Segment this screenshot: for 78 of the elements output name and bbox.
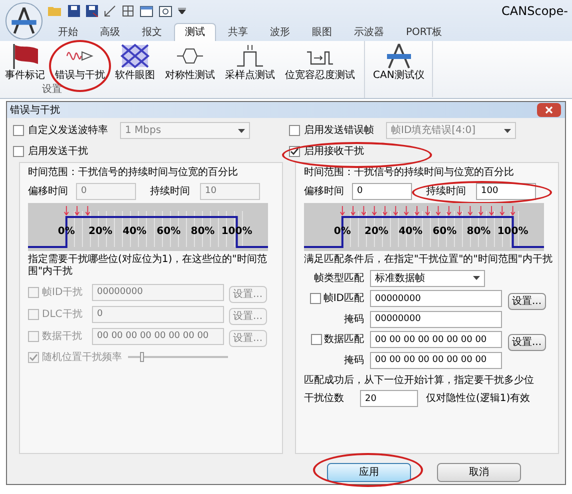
ribbon-tab[interactable]: 示波器 bbox=[344, 23, 394, 41]
image-icon[interactable] bbox=[159, 6, 172, 16]
description-text: 指定需要干扰哪些位(对应位为1)，在这些位的"时间范围"内干扰 bbox=[28, 254, 268, 278]
ribbon-tab[interactable]: 高级 bbox=[90, 23, 130, 41]
caret-icon bbox=[504, 128, 511, 132]
ribbon-button[interactable]: CAN测试仪 bbox=[365, 41, 434, 97]
description-text: 时间范围：干扰信号的持续时间与位宽的百分比 bbox=[28, 166, 239, 179]
ribbon-tab[interactable]: 测试 bbox=[174, 23, 216, 41]
checkbox-label: 随机位置干扰频率 bbox=[42, 350, 122, 364]
input-field[interactable]: 100 bbox=[476, 182, 536, 200]
caret-icon bbox=[473, 276, 480, 280]
input-field[interactable]: 00 00 00 00 00 00 00 00 bbox=[370, 352, 502, 368]
field-label: 持续时间 bbox=[150, 184, 191, 198]
eye-diagram-icon bbox=[120, 42, 150, 70]
checkbox-label: 数据匹配 bbox=[324, 333, 364, 347]
field-label: 帧类型匹配 bbox=[313, 272, 365, 286]
save-icon[interactable] bbox=[68, 5, 80, 17]
checkbox[interactable] bbox=[311, 334, 322, 345]
input-field[interactable]: 00000000 bbox=[370, 290, 502, 307]
field-label: 偏移时间 bbox=[304, 184, 345, 198]
ribbon-tab[interactable]: 波形 bbox=[260, 23, 300, 41]
app-logo-icon[interactable] bbox=[5, 2, 43, 40]
percent-label: 20% bbox=[364, 225, 388, 239]
percent-label: 20% bbox=[88, 225, 112, 239]
checkbox-label: DLC干扰 bbox=[42, 308, 84, 322]
checkbox[interactable] bbox=[289, 146, 300, 156]
checkbox-label: 帧ID匹配 bbox=[323, 292, 364, 306]
window-icon[interactable] bbox=[140, 6, 153, 16]
hint-text: 仅对隐性位(逻辑1)有效 bbox=[426, 392, 530, 406]
input-field[interactable]: 0 bbox=[352, 182, 412, 200]
ribbon-button[interactable]: 位宽容忍度测试 bbox=[280, 41, 360, 82]
checkbox-label: 启用发送干扰 bbox=[28, 144, 88, 158]
ribbon-tab[interactable]: 开始 bbox=[48, 23, 88, 41]
settings-button[interactable]: 设置... bbox=[508, 334, 546, 350]
ribbon-button[interactable]: 采样点测试 bbox=[220, 41, 280, 82]
input-field[interactable]: 00 00 00 00 00 00 00 00 bbox=[370, 331, 502, 348]
checkbox-label: 帧ID干扰 bbox=[42, 286, 84, 300]
ribbon-button[interactable]: 对称性测试 bbox=[160, 41, 220, 82]
percent-label: 40% bbox=[398, 225, 423, 239]
input-field[interactable]: 00000000 bbox=[370, 310, 502, 328]
field-label: 掩码 bbox=[343, 312, 365, 326]
percent-label: 40% bbox=[122, 225, 147, 239]
field-label: 干扰位数 bbox=[304, 392, 345, 406]
ribbon-button[interactable]: 软件眼图 bbox=[110, 41, 160, 82]
grid-icon[interactable] bbox=[122, 5, 134, 17]
ribbon-button[interactable]: 事件标记 bbox=[0, 41, 50, 82]
field-label: 持续时间 bbox=[426, 184, 467, 198]
checkbox[interactable] bbox=[310, 293, 322, 304]
ribbon-tab[interactable]: 眼图 bbox=[302, 23, 342, 41]
field-label: 掩码 bbox=[343, 354, 365, 368]
dialog-button[interactable]: 应用 bbox=[327, 463, 411, 482]
dropdown-arrow-icon[interactable] bbox=[178, 8, 186, 14]
caret-icon bbox=[238, 128, 245, 132]
pencil-icon[interactable] bbox=[104, 5, 116, 17]
checkbox[interactable] bbox=[13, 146, 24, 156]
ribbon-tab[interactable]: 报文 bbox=[132, 23, 172, 41]
checkbox-label: 数据干扰 bbox=[42, 330, 83, 344]
dialog-button[interactable]: 取消 bbox=[437, 463, 521, 482]
percent-label: 80% bbox=[190, 225, 215, 239]
close-icon bbox=[545, 106, 553, 114]
ribbon-tab[interactable]: 共享 bbox=[218, 23, 258, 41]
save-icon[interactable] bbox=[86, 5, 98, 17]
settings-button[interactable]: 设置... bbox=[508, 292, 546, 310]
dialog-title: 错误与干扰 bbox=[9, 104, 60, 118]
checkbox-label: 启用发送错误帧 bbox=[304, 124, 374, 138]
field-label: 偏移时间 bbox=[28, 184, 69, 198]
dropdown[interactable]: 标准数据帧 bbox=[370, 270, 485, 286]
percent-label: 60% bbox=[432, 225, 457, 239]
description-text: 匹配成功后，从下一位开始计算，指定要干扰多少位 bbox=[304, 374, 535, 387]
window-title: CANScope- bbox=[502, 3, 569, 20]
percent-label: 80% bbox=[466, 225, 491, 239]
description-text: 满足匹配条件后，在指定"干扰位置"的"时间范围"内干扰 bbox=[304, 254, 554, 266]
ribbon-tab[interactable]: PORT板 bbox=[396, 23, 452, 41]
ribbon-button[interactable]: 错误与干扰 bbox=[50, 41, 110, 82]
percent-label: 60% bbox=[156, 225, 181, 239]
checkbox-label: 自定义发送波特率 bbox=[28, 124, 108, 138]
input-field[interactable]: 20 bbox=[360, 390, 418, 407]
close-button[interactable] bbox=[537, 103, 561, 117]
